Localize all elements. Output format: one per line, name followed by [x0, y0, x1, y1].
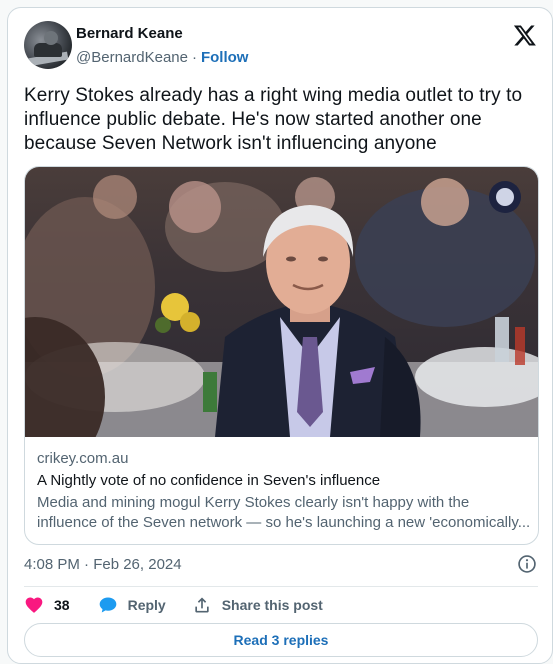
action-bar: 38 Reply Share this post [24, 593, 323, 617]
link-preview-card[interactable]: crikey.com.au A Nightly vote of no confi… [24, 166, 539, 545]
share-label: Share this post [221, 597, 323, 613]
link-title: A Nightly vote of no confidence in Seven… [37, 472, 381, 489]
speech-bubble-icon [99, 597, 116, 613]
author-avatar[interactable] [24, 21, 72, 69]
separator-dot: · [191, 49, 197, 66]
author-handle-row: @BernardKeane · Follow [76, 49, 248, 66]
info-icon[interactable] [517, 554, 537, 574]
like-count: 38 [54, 597, 70, 613]
article-photo [25, 167, 538, 437]
heart-icon [25, 597, 43, 613]
x-logo-icon[interactable] [512, 23, 538, 47]
reply-label: Reply [127, 597, 166, 613]
tweet-embed-card: Bernard Keane @BernardKeane · Follow Kerry… [7, 7, 553, 664]
share-button[interactable]: Share this post [192, 595, 323, 615]
author-name[interactable]: Bernard Keane [76, 25, 183, 42]
link-card-meta: crikey.com.au A Nightly vote of no confi… [37, 449, 532, 533]
share-upload-icon [195, 597, 209, 613]
follow-button[interactable]: Follow [201, 49, 249, 66]
link-domain: crikey.com.au [37, 450, 129, 467]
link-description: Media and mining mogul Kerry Stokes clea… [37, 494, 531, 531]
read-replies-button[interactable]: Read 3 replies [24, 623, 538, 657]
tweet-text: Kerry Stokes already has a right wing me… [24, 85, 523, 154]
like-button[interactable]: 38 [24, 595, 70, 615]
divider [24, 586, 538, 587]
author-handle[interactable]: @BernardKeane [76, 49, 188, 66]
reply-button[interactable]: Reply [98, 595, 166, 615]
tweet-timestamp[interactable]: 4:08 PM · Feb 26, 2024 [24, 556, 182, 573]
